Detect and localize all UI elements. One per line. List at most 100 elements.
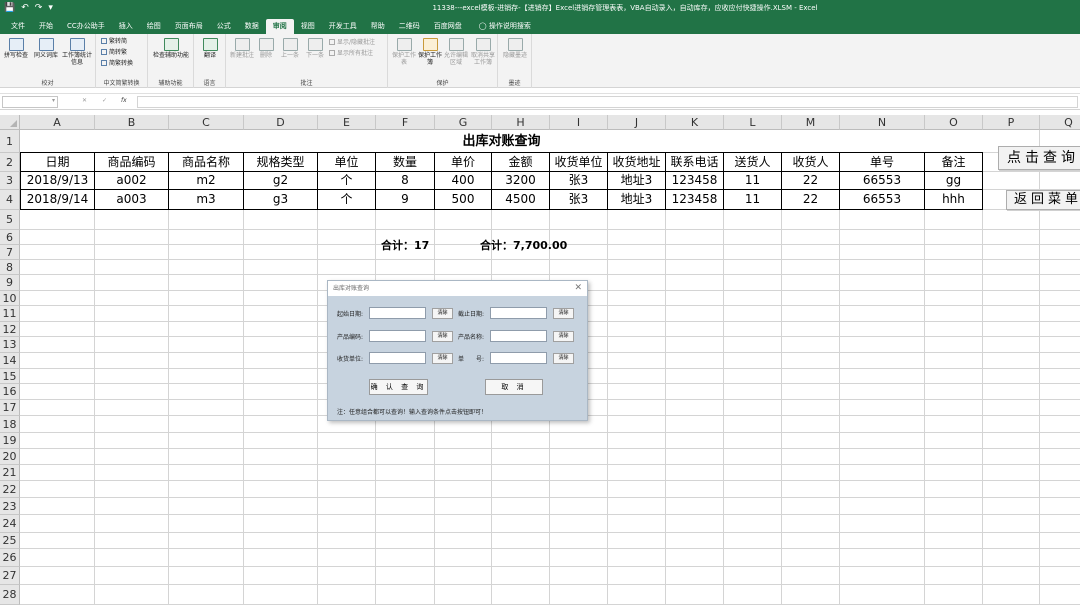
- cell[interactable]: [782, 400, 840, 416]
- cell[interactable]: [169, 260, 244, 275]
- cell[interactable]: [608, 369, 666, 384]
- select-all-corner[interactable]: [0, 115, 20, 130]
- cell[interactable]: [782, 416, 840, 433]
- cell[interactable]: [244, 585, 318, 605]
- cell[interactable]: [983, 449, 1040, 465]
- cell[interactable]: [724, 449, 782, 465]
- cell[interactable]: [608, 245, 666, 260]
- cell[interactable]: [169, 306, 244, 322]
- cell[interactable]: [20, 210, 95, 230]
- cell[interactable]: [608, 322, 666, 337]
- cell[interactable]: [782, 369, 840, 384]
- cell[interactable]: [244, 449, 318, 465]
- cell[interactable]: [840, 337, 925, 353]
- delete-comment-button[interactable]: 删除: [255, 38, 277, 59]
- cell[interactable]: [840, 498, 925, 515]
- cell[interactable]: [724, 549, 782, 567]
- cell[interactable]: [608, 533, 666, 549]
- column-header[interactable]: M: [782, 115, 840, 130]
- cell[interactable]: [376, 498, 435, 515]
- cell[interactable]: [782, 245, 840, 260]
- cell[interactable]: [95, 291, 169, 306]
- cell[interactable]: [244, 210, 318, 230]
- cell[interactable]: [492, 260, 550, 275]
- column-header[interactable]: H: [492, 115, 550, 130]
- cell[interactable]: [840, 533, 925, 549]
- cell[interactable]: [724, 369, 782, 384]
- cell[interactable]: [724, 306, 782, 322]
- cell[interactable]: [95, 585, 169, 605]
- cell[interactable]: [1040, 322, 1080, 337]
- row-header[interactable]: 28: [0, 585, 20, 605]
- cell[interactable]: [550, 260, 608, 275]
- cell[interactable]: [492, 449, 550, 465]
- cell[interactable]: [608, 498, 666, 515]
- cancel-button[interactable]: 取 消: [485, 379, 543, 395]
- cell[interactable]: [244, 230, 318, 245]
- cell[interactable]: [169, 275, 244, 291]
- table-cell[interactable]: gg: [925, 172, 983, 190]
- cell[interactable]: [492, 533, 550, 549]
- cell[interactable]: [724, 515, 782, 533]
- row-header[interactable]: 23: [0, 498, 20, 515]
- receiver-input[interactable]: [369, 352, 426, 364]
- tab-data[interactable]: 数据: [238, 19, 266, 34]
- tab-draw[interactable]: 绘图: [140, 19, 168, 34]
- cell[interactable]: [435, 465, 492, 481]
- cell[interactable]: [1040, 498, 1080, 515]
- table-cell[interactable]: 8: [376, 172, 435, 190]
- cell[interactable]: [492, 210, 550, 230]
- cell[interactable]: [244, 291, 318, 306]
- cell[interactable]: [20, 567, 95, 585]
- cell[interactable]: [1040, 230, 1080, 245]
- enter-icon[interactable]: ✓: [102, 97, 107, 104]
- cell[interactable]: [782, 498, 840, 515]
- table-header-cell[interactable]: 单号: [840, 153, 925, 172]
- table-cell[interactable]: 22: [782, 190, 840, 210]
- protect-sheet-button[interactable]: 保护工作表: [392, 38, 416, 66]
- cell[interactable]: [782, 567, 840, 585]
- cell[interactable]: [1040, 172, 1080, 190]
- cell[interactable]: [925, 369, 983, 384]
- cell[interactable]: [983, 567, 1040, 585]
- cell[interactable]: [169, 369, 244, 384]
- cell[interactable]: [95, 533, 169, 549]
- cell[interactable]: [318, 210, 376, 230]
- cell[interactable]: [20, 498, 95, 515]
- cell[interactable]: [20, 400, 95, 416]
- cell[interactable]: [95, 230, 169, 245]
- cell[interactable]: [376, 481, 435, 498]
- row-header[interactable]: 21: [0, 465, 20, 481]
- cell[interactable]: [724, 533, 782, 549]
- cell[interactable]: [244, 400, 318, 416]
- cell[interactable]: [666, 549, 724, 567]
- tab-help[interactable]: 帮助: [364, 19, 392, 34]
- cell[interactable]: [608, 230, 666, 245]
- column-header[interactable]: F: [376, 115, 435, 130]
- cell[interactable]: [608, 210, 666, 230]
- cell[interactable]: [608, 481, 666, 498]
- cell[interactable]: [244, 245, 318, 260]
- formula-input[interactable]: [137, 96, 1078, 108]
- column-header[interactable]: D: [244, 115, 318, 130]
- simplified-to-traditional-button[interactable]: 简转繁: [101, 49, 127, 57]
- cell[interactable]: [244, 465, 318, 481]
- cell[interactable]: [20, 337, 95, 353]
- table-cell[interactable]: g2: [244, 172, 318, 190]
- cell[interactable]: [925, 275, 983, 291]
- table-cell[interactable]: 地址3: [608, 172, 666, 190]
- row-header[interactable]: 6: [0, 230, 20, 245]
- product-name-input[interactable]: [490, 330, 547, 342]
- cell[interactable]: [724, 260, 782, 275]
- cell[interactable]: [608, 275, 666, 291]
- row-header[interactable]: 4: [0, 190, 20, 210]
- cell[interactable]: [550, 515, 608, 533]
- cell[interactable]: [666, 567, 724, 585]
- cell[interactable]: [983, 515, 1040, 533]
- cell[interactable]: [244, 275, 318, 291]
- cell[interactable]: [376, 465, 435, 481]
- cell[interactable]: [983, 291, 1040, 306]
- cell[interactable]: [724, 416, 782, 433]
- clear-product-code-button[interactable]: 清除: [432, 331, 453, 342]
- cell[interactable]: [724, 245, 782, 260]
